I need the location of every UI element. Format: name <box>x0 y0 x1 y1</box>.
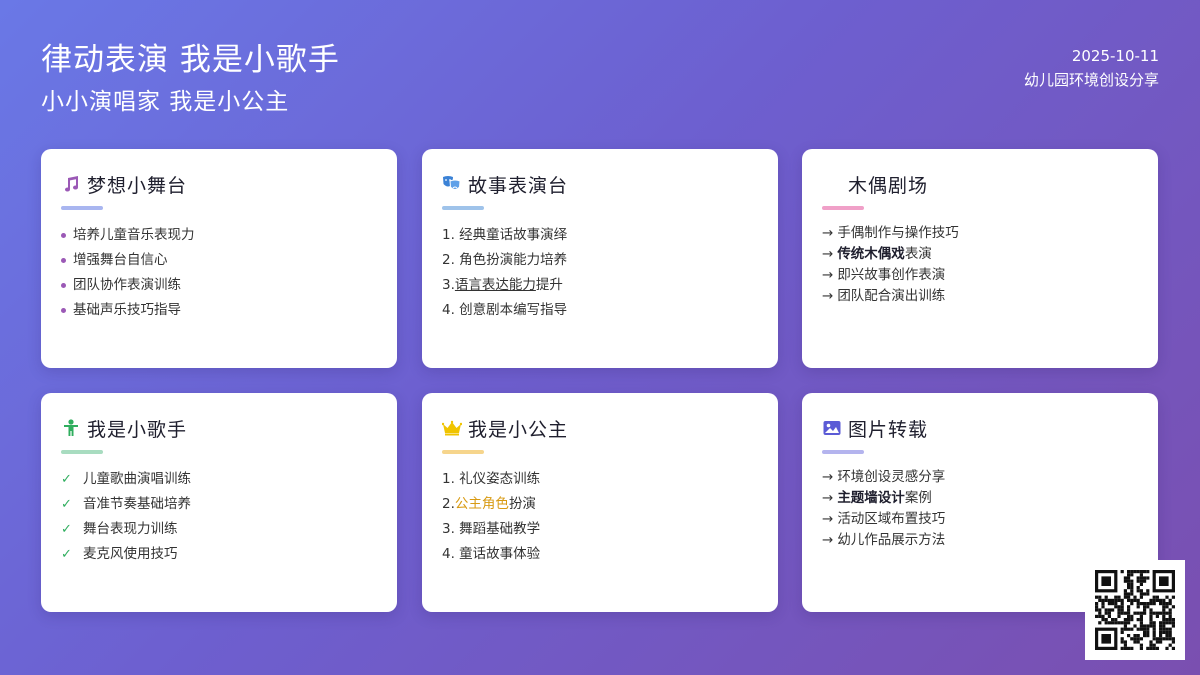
list-item: 4. 童话故事体验 <box>442 546 541 562</box>
list-item: → 活动区域布置技巧 <box>822 511 946 527</box>
list-item: 3. 舞蹈基础教学 <box>442 521 541 537</box>
puppet-icon <box>822 174 842 194</box>
card-list: 1. 礼仪姿态训练 2. 公主角色 扮演 3. 舞蹈基础教学 4. 童话故事体验 <box>442 467 540 567</box>
list-item: 2. 角色扮演能力培养 <box>442 252 568 268</box>
crown-icon <box>442 418 462 438</box>
music-note-icon <box>61 174 81 194</box>
list-item: → 环境创设灵感分享 <box>822 469 946 485</box>
title-underline <box>61 450 103 454</box>
page-subtitle: 小小演唱家 我是小公主 <box>41 89 290 115</box>
card-title: 图片转载 <box>848 418 929 441</box>
card-list: 培养儿童音乐表现力 增强舞台自信心 团队协作表演训练 基础声乐技巧指导 <box>61 223 195 323</box>
list-item: → 手偶制作与操作技巧 <box>822 225 959 241</box>
qr-code-icon <box>1095 570 1175 650</box>
list-item: 培养儿童音乐表现力 <box>61 223 195 248</box>
title-underline <box>442 450 484 454</box>
check-icon: ✓ <box>61 497 72 512</box>
list-item: → 传统木偶戏 表演 <box>822 246 932 262</box>
card-list: → 环境创设灵感分享 → 主题墙设计 案例 → 活动区域布置技巧 → 幼儿作品展示方法 <box>822 467 945 551</box>
list-item: ✓ 音准节奏基础培养 <box>61 492 191 517</box>
list-item: ✓ 舞台表现力训练 <box>61 517 191 542</box>
list-item: 4. 创意剧本编写指导 <box>442 302 568 318</box>
card-title: 我是小公主 <box>468 418 569 441</box>
list-item: ✓ 儿童歌曲演唱训练 <box>61 467 191 492</box>
theater-masks-icon <box>442 174 462 194</box>
card-title: 故事表演台 <box>468 174 569 197</box>
card-list: → 手偶制作与操作技巧 → 传统木偶戏 表演 → 即兴故事创作表演 → 团队配合演出训练 <box>822 223 959 307</box>
check-icon: ✓ <box>61 472 72 487</box>
list-item: 基础声乐技巧指导 <box>61 298 195 323</box>
card-dream-stage: 梦想小舞台 培养儿童音乐表现力 增强舞台自信心 团队协作表演训练 基础声乐技巧指… <box>41 149 397 368</box>
check-icon: ✓ <box>61 547 72 562</box>
title-underline <box>442 206 484 210</box>
child-icon <box>61 418 81 438</box>
title-underline <box>61 206 103 210</box>
list-item: → 主题墙设计 案例 <box>822 490 932 506</box>
title-underline <box>822 206 864 210</box>
title-underline <box>822 450 864 454</box>
date-label: 2025-10-11 <box>1071 47 1159 65</box>
header: 律动表演 我是小歌手 小小演唱家 我是小公主 2025-10-11 幼儿园环境创… <box>41 40 1159 120</box>
qr-code[interactable] <box>1085 560 1185 660</box>
card-list: ✓ 儿童歌曲演唱训练 ✓ 音准节奏基础培养 ✓ 舞台表现力训练 ✓ 麦克风使用技巧 <box>61 467 191 567</box>
list-item: ✓ 麦克风使用技巧 <box>61 542 191 567</box>
list-item: 增强舞台自信心 <box>61 248 195 273</box>
card-title: 我是小歌手 <box>87 418 188 441</box>
card-little-princess: 我是小公主 1. 礼仪姿态训练 2. 公主角色 扮演 3. 舞蹈基础教学 4. 童… <box>422 393 778 612</box>
card-list: 1. 经典童话故事演绎 2. 角色扮演能力培养 3. 语言表达能力 提升 4. 创… <box>442 223 567 323</box>
card-title: 梦想小舞台 <box>87 174 188 197</box>
tagline-label: 幼儿园环境创设分享 <box>1023 71 1159 89</box>
image-icon <box>822 418 842 438</box>
list-item: 1. 经典童话故事演绎 <box>442 227 568 243</box>
page-title: 律动表演 我是小歌手 <box>41 42 340 78</box>
card-puppet-theater: 木偶剧场 → 手偶制作与操作技巧 → 传统木偶戏 表演 → 即兴故事创作表演 → 团队配合… <box>802 149 1158 368</box>
list-item: 团队协作表演训练 <box>61 273 195 298</box>
card-story-stage: 故事表演台 1. 经典童话故事演绎 2. 角色扮演能力培养 3. 语言表达能力提… <box>422 149 778 368</box>
list-item: → 即兴故事创作表演 <box>822 267 946 283</box>
check-icon: ✓ <box>61 522 72 537</box>
list-item: → 幼儿作品展示方法 <box>822 532 946 548</box>
card-title: 木偶剧场 <box>848 174 929 197</box>
list-item: 1. 礼仪姿态训练 <box>442 471 541 487</box>
list-item: 2. 公主角色 扮演 <box>442 496 536 512</box>
card-little-singer: 我是小歌手 ✓ 儿童歌曲演唱训练 ✓ 音准节奏基础培养 ✓ 舞台表现力训练 ✓ 麦克风使… <box>41 393 397 612</box>
header-meta: 2025-10-11 幼儿园环境创设分享 <box>1024 44 1159 92</box>
list-item: 3. 语言表达能力 提升 <box>442 277 563 293</box>
list-item: → 团队配合演出训练 <box>822 288 946 304</box>
